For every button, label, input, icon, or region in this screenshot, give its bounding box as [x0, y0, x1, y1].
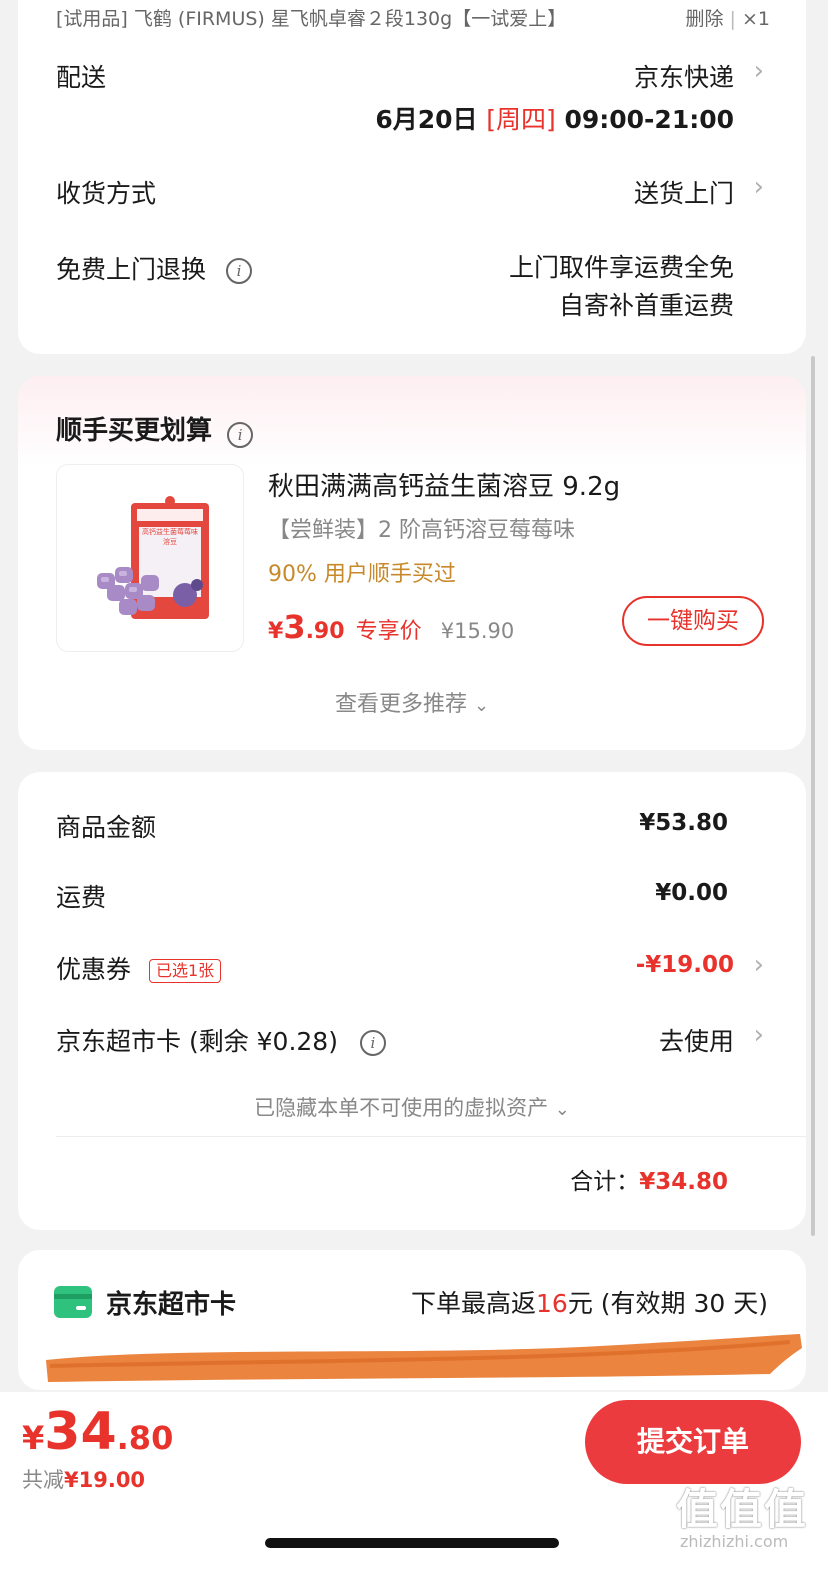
info-icon[interactable]: i: [225, 258, 252, 284]
coupon-selected-badge: 已选1张: [148, 959, 222, 983]
quantity: ×1: [741, 8, 770, 30]
total-value: ¥34.80: [639, 1169, 728, 1195]
top-item-actions: 删除 | ×1: [685, 4, 770, 31]
one-click-buy-button[interactable]: 一键购买: [622, 596, 764, 646]
return-policy-line1: 上门取件享运费全免: [508, 253, 734, 282]
top-item-title: 飞鹤 (FIRMUS) 星飞帆卓睿２段130g【一试爱上】: [133, 8, 567, 30]
supermarket-card-row: 京东超市卡 (剩余 ¥0.28) i: [56, 1022, 386, 1058]
info-icon[interactable]: i: [227, 421, 254, 448]
supermarket-card-balance-label: 京东超市卡 (剩余 ¥0.28): [56, 1027, 338, 1056]
recommend-price-row: ¥3.90 专享价 ¥15.90: [268, 608, 514, 646]
delivery-label: 配送: [56, 63, 107, 92]
divider: [56, 1136, 806, 1137]
info-icon[interactable]: i: [359, 1030, 386, 1056]
product-image[interactable]: 高钙益生菌莓莓味溶豆: [56, 464, 244, 652]
product-box-text: 高钙益生菌莓莓味溶豆: [142, 528, 198, 546]
bottom-discount: 共减¥19.00: [22, 1464, 145, 1494]
bottom-bar: ¥34.80 共减¥19.00 提交订单 值值值 zhizhizhi.com: [0, 1392, 828, 1579]
recommend-price-dec: .90: [305, 619, 345, 644]
scrollbar[interactable]: [811, 356, 815, 1236]
delivery-weekday: [周四]: [486, 105, 556, 134]
free-return-label: 免费上门退换: [56, 255, 207, 284]
receive-method-value[interactable]: 送货上门: [634, 174, 734, 210]
recommend-currency: ¥: [268, 619, 284, 644]
total-row: 合计：¥34.80: [570, 1162, 728, 1196]
receive-method-label: 收货方式: [56, 179, 157, 208]
trial-tag: [试用品]: [56, 8, 128, 30]
recommend-price-int: 3: [283, 608, 306, 646]
chevron-right-icon[interactable]: ›: [754, 1020, 764, 1050]
shipping-fee-label: 运费: [56, 883, 107, 912]
goods-amount-value: ¥53.80: [639, 810, 728, 836]
card-icon: [54, 1284, 92, 1320]
delivery-carrier[interactable]: 京东快递: [634, 58, 734, 94]
desc-suffix: 元 (有效期 30 天): [567, 1289, 768, 1318]
recommend-product-title[interactable]: 秋田满满高钙益生菌溶豆 9.2g: [268, 466, 620, 503]
chevron-right-icon[interactable]: ›: [754, 950, 764, 980]
more-recommend-link[interactable]: 查看更多推荐 ⌄: [18, 686, 806, 718]
desc-amount: 16: [536, 1289, 568, 1318]
total-label: 合计：: [570, 1169, 640, 1195]
chevron-down-icon: ⌄: [473, 695, 490, 716]
recommend-product-spec: 【尝鲜装】2 阶高钙溶豆莓莓味: [268, 518, 575, 543]
watermark-logo: 值值值: [676, 1485, 809, 1534]
delete-button[interactable]: 删除: [685, 8, 723, 30]
submit-order-button[interactable]: 提交订单: [585, 1400, 801, 1484]
more-recommend-label: 查看更多推荐: [334, 692, 467, 717]
delivery-window: 09:00-21:00: [564, 105, 734, 134]
supermarket-card-desc: 下单最高返16元 (有效期 30 天): [411, 1284, 768, 1320]
shipping-fee-value: ¥0.00: [655, 880, 728, 906]
recommend-social-proof: 90% 用户顺手买过: [268, 562, 456, 587]
coupon-value[interactable]: -¥19.00: [636, 952, 734, 978]
chevron-right-icon[interactable]: ›: [754, 56, 764, 86]
watermark-url: zhizhizhi.com: [680, 1532, 789, 1551]
bottom-price: ¥34.80: [22, 1402, 173, 1462]
delivery-time[interactable]: 6月20日 [周四] 09:00-21:00: [375, 100, 734, 136]
scribble-redaction: [46, 1334, 802, 1382]
recommend-title-row: 顺手买更划算 i: [56, 410, 254, 448]
hidden-assets-label: 已隐藏本单不可使用的虚拟资产: [254, 1096, 549, 1120]
bottom-price-int: 34: [44, 1402, 117, 1462]
bottom-currency: ¥: [22, 1419, 45, 1457]
goods-amount-label: 商品金额: [56, 813, 157, 842]
recommend-section-title: 顺手买更划算: [56, 416, 213, 446]
divider: |: [729, 8, 736, 30]
use-card-link[interactable]: 去使用: [659, 1022, 734, 1058]
exclusive-price-tag: 专享价: [355, 619, 422, 644]
hidden-assets-toggle[interactable]: 已隐藏本单不可使用的虚拟资产 ⌄: [18, 1092, 806, 1122]
recommend-original-price: ¥15.90: [440, 619, 515, 643]
discount-value: ¥19.00: [64, 1468, 146, 1492]
order-summary-card: 商品金额 ¥53.80 运费 ¥0.00 优惠券 已选1张 -¥19.00 › …: [18, 772, 806, 1230]
coupon-label: 优惠券: [56, 955, 132, 984]
discount-label: 共减: [22, 1468, 64, 1492]
recommend-card: 顺手买更划算 i 高钙益生菌莓莓味溶豆 秋田满满高钙益生菌溶豆 9.2g 【尝鲜…: [18, 376, 806, 750]
delivery-card: [试用品] 飞鹤 (FIRMUS) 星飞帆卓睿２段130g【一试爱上】 删除 |…: [18, 0, 806, 354]
chevron-down-icon: ⌄: [554, 1099, 570, 1120]
coupon-row-label[interactable]: 优惠券 已选1张: [56, 950, 222, 986]
top-item-title-row: [试用品] 飞鹤 (FIRMUS) 星飞帆卓睿２段130g【一试爱上】: [56, 4, 566, 31]
free-return-label-row: 免费上门退换 i: [56, 250, 252, 286]
chevron-right-icon[interactable]: ›: [754, 172, 764, 202]
home-indicator: [265, 1538, 559, 1548]
desc-prefix: 下单最高返: [411, 1289, 537, 1318]
product-box-illustration: [97, 496, 209, 619]
bottom-price-dec: .80: [116, 1419, 174, 1457]
delivery-date: 6月20日: [375, 105, 478, 134]
return-policy-line2: 自寄补首重运费: [558, 291, 734, 320]
